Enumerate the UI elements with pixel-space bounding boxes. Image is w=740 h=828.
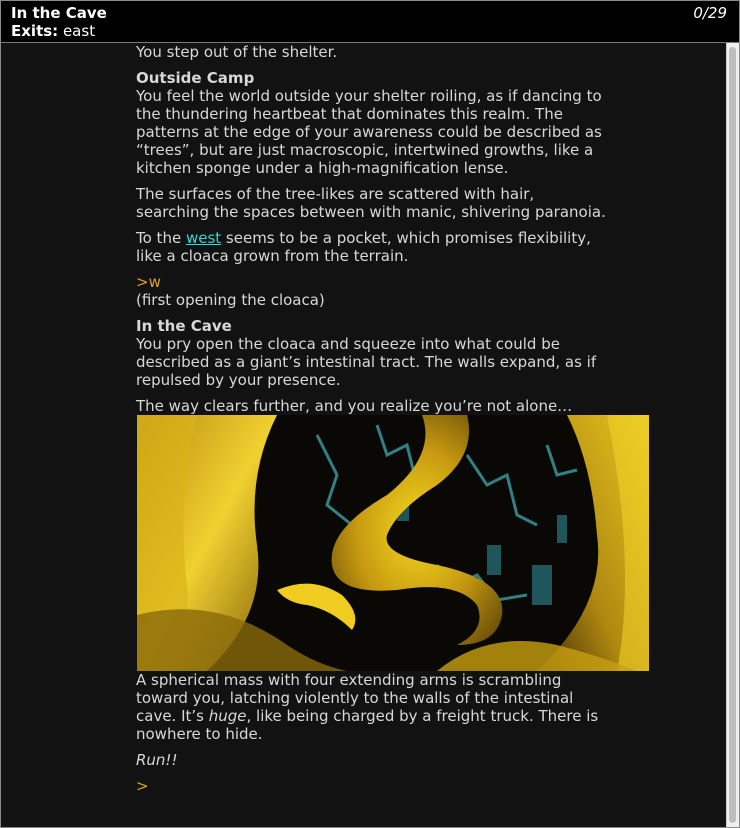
command-note: (first opening the cloaca) bbox=[136, 291, 325, 309]
run-text: Run!! bbox=[136, 751, 606, 769]
room-title: In the Cave bbox=[11, 4, 107, 22]
emphasis-text: huge bbox=[208, 707, 247, 725]
player-command: >w bbox=[136, 273, 161, 291]
story-line-shelter: You step out of the shelter. bbox=[136, 43, 338, 61]
exits-line: Exits: east bbox=[11, 22, 95, 40]
score-counter: 0/29 bbox=[693, 4, 727, 22]
scrollbar-thumb[interactable] bbox=[729, 47, 736, 823]
story-paragraph: The surfaces of the tree-likes are scatt… bbox=[136, 185, 606, 221]
status-bar: In the Cave Exits: east 0/29 bbox=[1, 1, 739, 43]
room-heading-outside-camp: Outside Camp bbox=[136, 69, 255, 87]
story-paragraph: You feel the world outside your shelter … bbox=[136, 87, 602, 177]
west-link[interactable]: west bbox=[186, 229, 221, 247]
command-prompt[interactable]: > bbox=[136, 777, 606, 795]
run-emphasis: Run!! bbox=[136, 751, 178, 769]
story-paragraph-creature: A spherical mass with four extending arm… bbox=[136, 671, 606, 743]
story-transcript: You step out of the shelter. Outside Cam… bbox=[136, 43, 649, 795]
cave-creature-image bbox=[137, 415, 649, 671]
room-heading-in-the-cave: In the Cave bbox=[136, 317, 232, 335]
story-paragraph-west: To the west seems to be a pocket, which … bbox=[136, 229, 606, 265]
exits-label: Exits: bbox=[11, 22, 59, 40]
game-window: In the Cave Exits: east 0/29 You step ou… bbox=[0, 0, 740, 828]
story-paragraph: You pry open the cloaca and squeeze into… bbox=[136, 335, 597, 389]
exits-value: east bbox=[62, 22, 96, 40]
story-paragraph: The way clears further, and you realize … bbox=[136, 397, 573, 415]
scrollbar[interactable] bbox=[726, 43, 739, 827]
paragraph-text: To the bbox=[136, 229, 186, 247]
